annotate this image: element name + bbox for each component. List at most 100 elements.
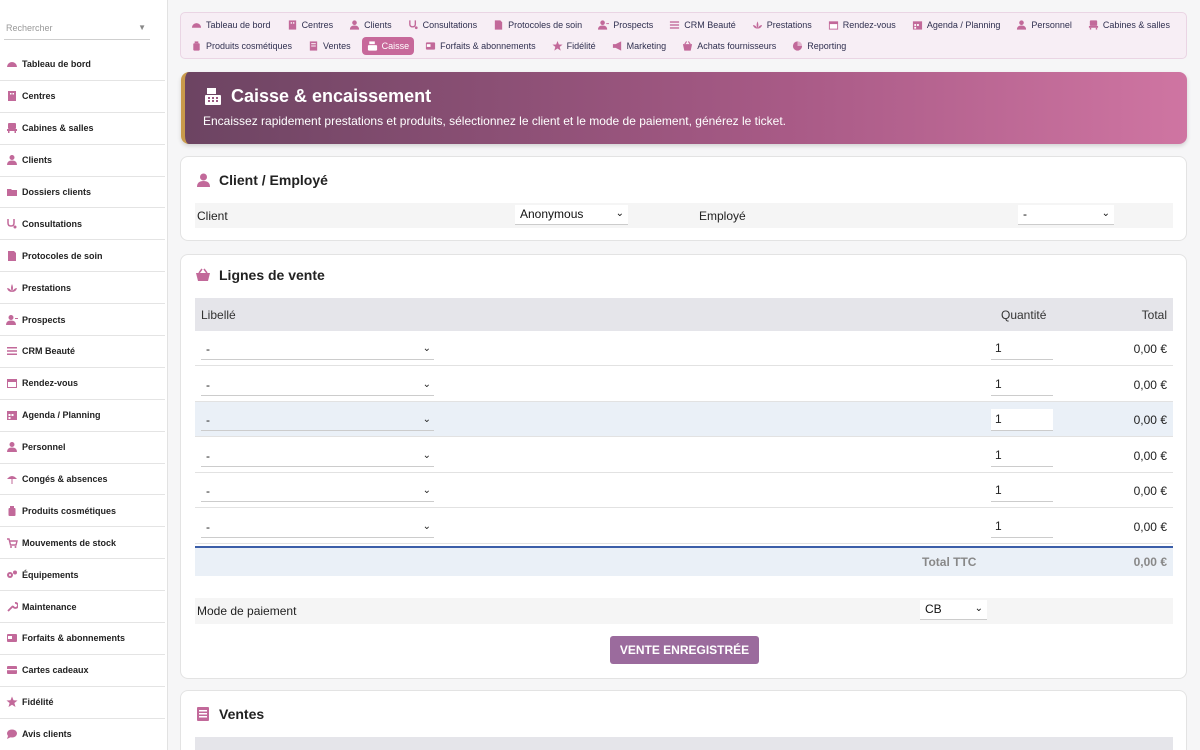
- top-menu-item[interactable]: Prestations: [747, 16, 817, 34]
- quantity-input[interactable]: 1: [991, 373, 1053, 396]
- product-select[interactable]: - ⌄: [201, 482, 434, 502]
- top-menu-item[interactable]: Clients: [344, 16, 397, 34]
- sidebar-item[interactable]: Tableau de bord: [0, 49, 165, 81]
- sidebar-item[interactable]: Dossiers clients: [0, 177, 165, 209]
- quantity-input[interactable]: 1: [991, 444, 1053, 467]
- cart-icon: [6, 538, 18, 548]
- user-icon: [6, 155, 18, 166]
- sidebar-item-label: Dossiers clients: [22, 187, 92, 197]
- section-title: Ventes: [195, 706, 264, 722]
- top-menu-item[interactable]: Ventes: [303, 37, 356, 55]
- top-menu-row-1: Tableau de bord Centres Clients Consultatio…: [186, 16, 1181, 34]
- top-menu-item[interactable]: Agenda / Planning: [907, 16, 1006, 34]
- top-menu-item[interactable]: CRM Beauté: [664, 16, 741, 34]
- sidebar-item[interactable]: Prestations: [0, 272, 165, 305]
- sidebar-item[interactable]: Forfaits & abonnements: [0, 623, 165, 655]
- top-menu-item[interactable]: Forfaits & abonnements: [420, 37, 541, 55]
- list-icon: [6, 346, 18, 356]
- sidebar-item[interactable]: Personnel: [0, 432, 165, 464]
- product-select[interactable]: - ⌄: [201, 447, 434, 467]
- top-menu-item[interactable]: Produits cosmétiques: [186, 37, 297, 55]
- page-title: Caisse & encaissement: [231, 86, 432, 106]
- product-select[interactable]: - ⌄: [201, 411, 434, 431]
- product-select-value: -: [206, 484, 210, 498]
- top-menu-item[interactable]: Protocoles de soin: [488, 16, 587, 34]
- sidebar-item[interactable]: Cartes cadeaux: [0, 655, 165, 687]
- sidebar-item[interactable]: Congés & absences: [0, 464, 165, 496]
- sidebar-item-label: Rendez-vous: [22, 378, 79, 389]
- sidebar-item[interactable]: Maintenance: [0, 591, 165, 624]
- table-row: - ⌄ 1 0,00 €: [195, 367, 1173, 402]
- employee-select-value: -: [1023, 207, 1027, 221]
- top-menu-item-label: Reporting: [807, 41, 847, 51]
- sidebar-item[interactable]: Prospects: [0, 304, 165, 337]
- product-select-value: -: [206, 448, 210, 463]
- star-icon: [552, 40, 563, 51]
- save-sale-button[interactable]: VENTE ENREGISTRÉE: [610, 636, 759, 664]
- line-total: 0,00 €: [1133, 413, 1167, 427]
- product-select[interactable]: - ⌄: [201, 518, 434, 538]
- quantity-input[interactable]: 1: [991, 480, 1053, 502]
- line-total: 0,00 €: [1133, 377, 1167, 392]
- product-select[interactable]: - ⌄: [201, 340, 434, 360]
- sidebar-item-label: Fidélité: [22, 697, 54, 708]
- chevron-down-icon: ⌄: [422, 378, 431, 390]
- sidebar-item[interactable]: Produits cosmétiques: [0, 495, 165, 528]
- client-employee-card: Client / Employé Client Anonymous ⌄ Empl…: [180, 156, 1187, 241]
- top-menu-item[interactable]: Reporting: [787, 37, 851, 55]
- employee-select[interactable]: - ⌄: [1018, 205, 1114, 225]
- sidebar-item[interactable]: Fidélité: [0, 687, 165, 719]
- top-menu-item-label: Tableau de bord: [206, 20, 271, 30]
- sidebar-item-label: Maintenance: [22, 601, 77, 612]
- sidebar-item[interactable]: Avis clients: [0, 719, 165, 750]
- top-menu-item[interactable]: Centres: [282, 16, 339, 34]
- top-menu-item[interactable]: Tableau de bord: [186, 16, 276, 34]
- sidebar-item-label: Équipements: [22, 569, 79, 580]
- table-row: - ⌄ 1 0,00 €: [195, 402, 1173, 438]
- section-title: Client / Employé: [195, 172, 328, 188]
- comment-icon: [6, 729, 18, 740]
- top-menu-item[interactable]: Caisse: [361, 37, 415, 55]
- chevron-down-icon: ⌄: [422, 520, 431, 532]
- product-select[interactable]: - ⌄: [201, 376, 434, 396]
- top-menu-item[interactable]: Fidélité: [547, 37, 601, 55]
- quantity-input[interactable]: 1: [991, 515, 1053, 538]
- line-total: 0,00 €: [1133, 519, 1167, 534]
- top-menu-item[interactable]: Consultations: [403, 16, 483, 34]
- sidebar-item[interactable]: Équipements: [0, 559, 165, 592]
- calendar-icon: [6, 378, 18, 389]
- client-select[interactable]: Anonymous ⌄: [515, 205, 628, 225]
- sidebar-item[interactable]: CRM Beauté: [0, 336, 165, 368]
- page-header-banner: Caisse & encaissement Encaissez rapideme…: [181, 72, 1187, 144]
- sidebar-item[interactable]: Agenda / Planning: [0, 400, 165, 432]
- chevron-down-icon: ⌄: [422, 449, 431, 461]
- sidebar-item-label: Cabines & salles: [22, 123, 94, 134]
- quantity-input[interactable]: 1: [991, 338, 1053, 360]
- sidebar-item[interactable]: Cabines & salles: [0, 113, 165, 145]
- quantity-input[interactable]: 1: [991, 409, 1053, 431]
- sidebar-item[interactable]: Protocoles de soin: [0, 240, 165, 273]
- calendar-grid-icon: [912, 20, 923, 30]
- top-menu-item[interactable]: Personnel: [1011, 16, 1077, 34]
- stethoscope-icon: [408, 20, 419, 30]
- sidebar-item[interactable]: Consultations: [0, 208, 165, 241]
- top-menu-item-label: Prospects: [613, 20, 654, 30]
- search-select[interactable]: Rechercher ▼: [4, 18, 150, 40]
- sidebar-item[interactable]: Rendez-vous: [0, 368, 165, 400]
- top-menu-item[interactable]: Rendez-vous: [823, 16, 901, 34]
- top-menu-item[interactable]: Achats fournisseurs: [677, 37, 781, 55]
- sidebar-item[interactable]: Mouvements de stock: [0, 527, 165, 560]
- top-menu-item[interactable]: Marketing: [607, 37, 672, 55]
- top-menu-item-label: Achats fournisseurs: [697, 41, 777, 51]
- sidebar-item-label: Prospects: [22, 314, 66, 325]
- top-menu-item[interactable]: Cabines & salles: [1083, 16, 1175, 34]
- sidebar-item[interactable]: Centres: [0, 81, 165, 113]
- top-menu-item[interactable]: Prospects: [593, 16, 658, 34]
- bottle-icon: [191, 41, 202, 51]
- sidebar-item-label: CRM Beauté: [22, 346, 76, 357]
- table-row: - ⌄ 1 0,00 €: [195, 473, 1173, 509]
- top-menu-item-label: Fidélité: [566, 41, 596, 51]
- payment-select[interactable]: CB ⌄: [920, 600, 987, 620]
- sidebar-item[interactable]: Clients: [0, 145, 165, 177]
- receipt-icon: [195, 706, 211, 722]
